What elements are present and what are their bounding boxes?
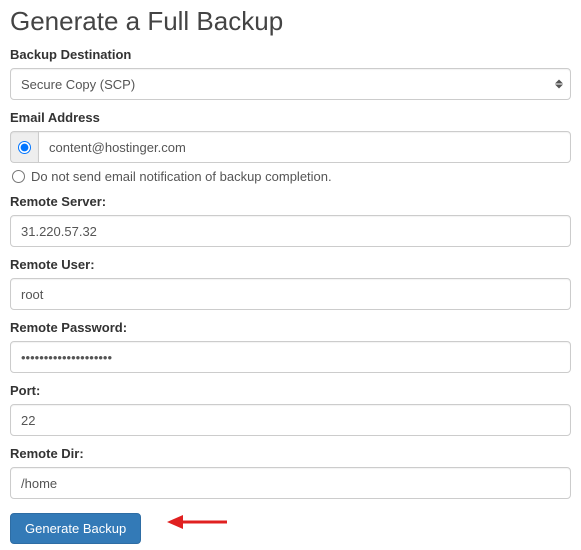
email-send-radio-cell (10, 131, 38, 163)
email-address-label: Email Address (10, 110, 571, 125)
page-title: Generate a Full Backup (10, 6, 571, 37)
email-send-radio[interactable] (18, 141, 31, 154)
remote-server-field[interactable] (10, 215, 571, 247)
remote-password-label: Remote Password: (10, 320, 571, 335)
email-skip-label: Do not send email notification of backup… (31, 169, 332, 184)
remote-user-label: Remote User: (10, 257, 571, 272)
arrow-annotation-icon (165, 511, 229, 533)
backup-destination-label: Backup Destination (10, 47, 571, 62)
generate-backup-button[interactable]: Generate Backup (10, 513, 141, 544)
backup-destination-select[interactable]: Secure Copy (SCP) (10, 68, 571, 100)
email-skip-radio[interactable] (12, 170, 25, 183)
port-field[interactable] (10, 404, 571, 436)
email-field[interactable] (38, 131, 571, 163)
remote-password-field[interactable] (10, 341, 571, 373)
port-label: Port: (10, 383, 571, 398)
remote-server-label: Remote Server: (10, 194, 571, 209)
remote-dir-label: Remote Dir: (10, 446, 571, 461)
remote-user-field[interactable] (10, 278, 571, 310)
remote-dir-field[interactable] (10, 467, 571, 499)
